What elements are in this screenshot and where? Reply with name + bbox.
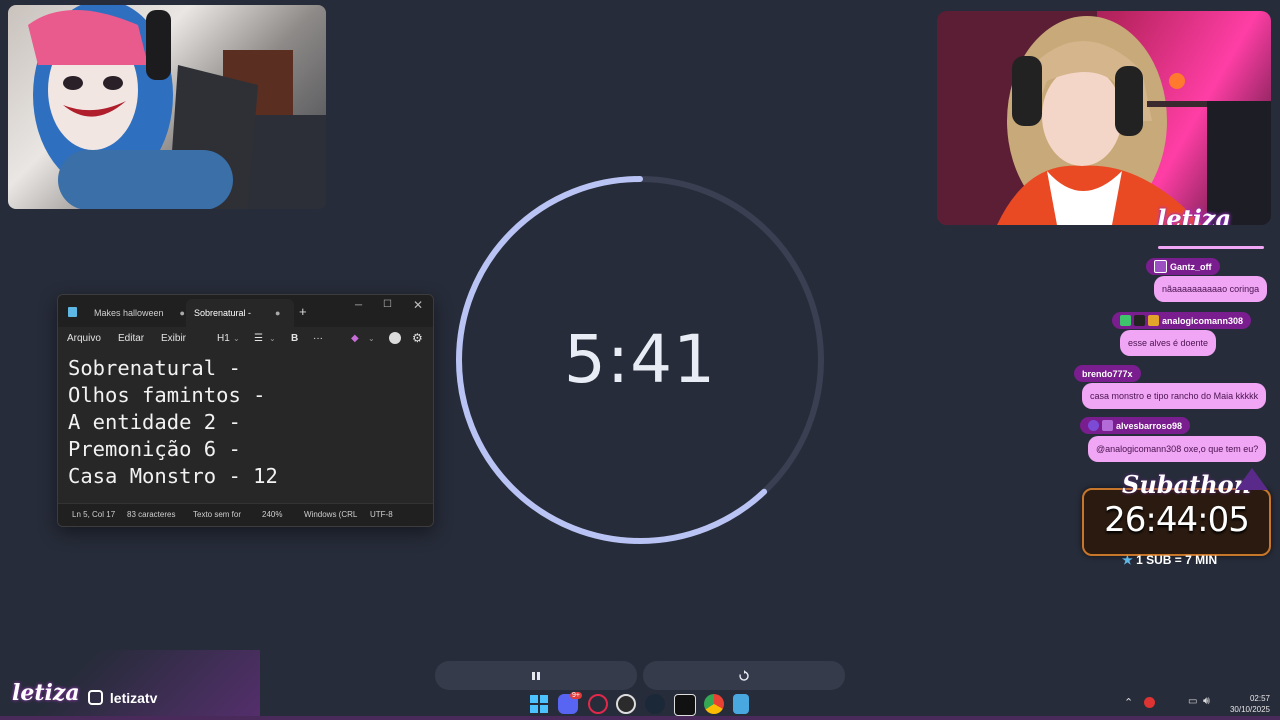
tab-sobrenatural[interactable]: Sobrenatural - ● [186, 299, 294, 327]
steam-icon[interactable] [645, 694, 665, 714]
tab-label: Sobrenatural - [194, 308, 252, 318]
timer-display: 5:41 [563, 321, 717, 398]
taskbar-edge [0, 716, 1280, 720]
chat-bubble-edge [1158, 246, 1264, 249]
tab-makes-halloween[interactable]: Makes halloween ● [86, 299, 189, 327]
heading-dropdown[interactable]: H1 [217, 333, 230, 344]
unsaved-dot-icon: ● [179, 308, 185, 318]
chat-message: @analogicomann308 oxe,o que tem eu? [1088, 436, 1267, 462]
subathon-rule-text: 1 SUB = 7 MIN [1136, 553, 1218, 567]
countdown-timer: 5:41 [455, 175, 825, 545]
chat-username-text: analogicomann308 [1162, 315, 1244, 326]
text-line: Premonição 6 - [68, 437, 241, 461]
status-zoom[interactable]: 240% [262, 510, 282, 519]
social-handle-text: letizatv [109, 690, 158, 706]
opera-icon[interactable] [588, 694, 608, 714]
tab-label: Makes halloween [94, 308, 164, 318]
chrome-icon[interactable] [704, 694, 724, 714]
subathon-title: Subathon [1122, 470, 1252, 499]
notepad-window[interactable]: Makes halloween ● Sobrenatural - ● + ─ ☐… [57, 294, 434, 527]
subathon-rule: ★ 1 SUB = 7 MIN [1122, 553, 1217, 567]
chat-username: alvesbarroso98 [1080, 417, 1191, 434]
instagram-icon [88, 690, 103, 705]
text-line: Olhos famintos - [68, 383, 266, 407]
text-line: Sobrenatural - [68, 356, 241, 380]
witch-hat-icon [1236, 468, 1268, 490]
notepad-taskbar-icon[interactable] [733, 694, 749, 714]
star-icon: ★ [1122, 553, 1133, 567]
gift-badge-icon [1102, 420, 1113, 431]
status-cursor-position: Ln 5, Col 17 [72, 510, 116, 519]
account-avatar-icon[interactable] [389, 332, 401, 344]
user-badge-icon [1154, 260, 1167, 273]
webcam-right-scene [937, 11, 1271, 225]
chevron-down-icon: ⌄ [368, 334, 375, 343]
chat-username: analogicomann308 [1112, 312, 1252, 329]
brand-logo: letiza [12, 680, 80, 706]
clock-date: 30/10/2025 [1229, 705, 1270, 714]
chat-message: esse alves é doente [1120, 330, 1217, 356]
menu-file[interactable]: Arquivo [67, 333, 101, 344]
minimize-button[interactable]: ─ [355, 300, 362, 311]
pause-icon [532, 671, 540, 680]
gear-icon[interactable]: ⚙ [412, 331, 423, 345]
chat-message: casa monstro e tipo rancho do Maia kkkkk [1082, 383, 1267, 409]
text-line: Casa Monstro - 12 [68, 464, 278, 488]
maximize-button[interactable]: ☐ [383, 299, 392, 310]
volume-icon[interactable]: 🔊︎ [1203, 695, 1210, 708]
menu-view[interactable]: Exibir [161, 333, 186, 344]
status-encoding: UTF-8 [370, 510, 393, 519]
chat-message: nãaaaaaaaaaao coringa [1154, 276, 1268, 302]
webcam-overlay-logo: letiza [1157, 204, 1231, 225]
reset-icon [739, 669, 749, 681]
chevron-up-icon[interactable]: ⌃ [1124, 696, 1133, 709]
obs-icon[interactable] [616, 694, 636, 714]
social-handle: letizatv [88, 690, 157, 706]
status-format: Texto sem for [193, 510, 242, 519]
status-line-ending: Windows (CRL [304, 510, 358, 519]
paw-badge-icon [1088, 420, 1099, 431]
notepad-text-area[interactable]: Sobrenatural - Olhos famintos - A entida… [68, 355, 278, 490]
text-line: A entidade 2 - [68, 410, 241, 434]
unsaved-dot-icon: ● [275, 308, 281, 318]
menu-edit[interactable]: Editar [118, 333, 144, 344]
copilot-icon[interactable]: ◆ [351, 333, 359, 344]
tray-app-icon[interactable] [1144, 697, 1155, 708]
status-char-count: 83 caracteres [127, 510, 176, 519]
chat-username-text: brendo777x [1082, 368, 1133, 379]
chat-username-text: alvesbarroso98 [1116, 420, 1183, 431]
notepad-titlebar[interactable]: Makes halloween ● Sobrenatural - ● + ─ ☐… [58, 295, 433, 327]
chat-username: Gantz_off [1146, 258, 1220, 275]
webcam-left-scene [28, 5, 326, 209]
webcam-left [8, 5, 326, 209]
network-icon[interactable]: ▭ [1188, 696, 1197, 707]
notepad-menubar: Arquivo Editar Exibir H1 ⌄ ☰ ⌄ B ··· ◆ ⌄… [58, 327, 433, 352]
webcam-right: letiza [937, 11, 1271, 225]
verified-badge-icon [1120, 315, 1131, 326]
subathon-timer: 26:44:05 [1104, 500, 1250, 540]
notepad-statusbar: Ln 5, Col 17 83 caracteres Texto sem for… [58, 503, 433, 526]
windows-start-icon[interactable] [529, 694, 549, 714]
chat-username: brendo777x [1074, 365, 1141, 382]
chat-username-text: Gantz_off [1170, 261, 1212, 272]
chevron-down-icon: ⌄ [233, 334, 240, 343]
pause-button[interactable] [435, 661, 637, 690]
notepad-app-icon [68, 307, 77, 317]
reset-button[interactable] [643, 661, 845, 690]
capcut-icon[interactable] [674, 694, 696, 716]
taskbar-clock[interactable]: 02:57 30/10/2025 [1226, 693, 1270, 715]
discord-badge: 9+ [570, 692, 582, 699]
chevron-down-icon: ⌄ [269, 334, 276, 343]
close-button[interactable]: ✕ [413, 298, 423, 312]
more-options-button[interactable]: ··· [313, 333, 323, 344]
new-tab-button[interactable]: + [299, 304, 307, 319]
cat-badge-icon [1134, 315, 1145, 326]
clock-time: 02:57 [1249, 694, 1270, 703]
crown-badge-icon [1148, 315, 1159, 326]
bold-button[interactable]: B [291, 333, 298, 344]
list-icon[interactable]: ☰ [254, 333, 263, 344]
